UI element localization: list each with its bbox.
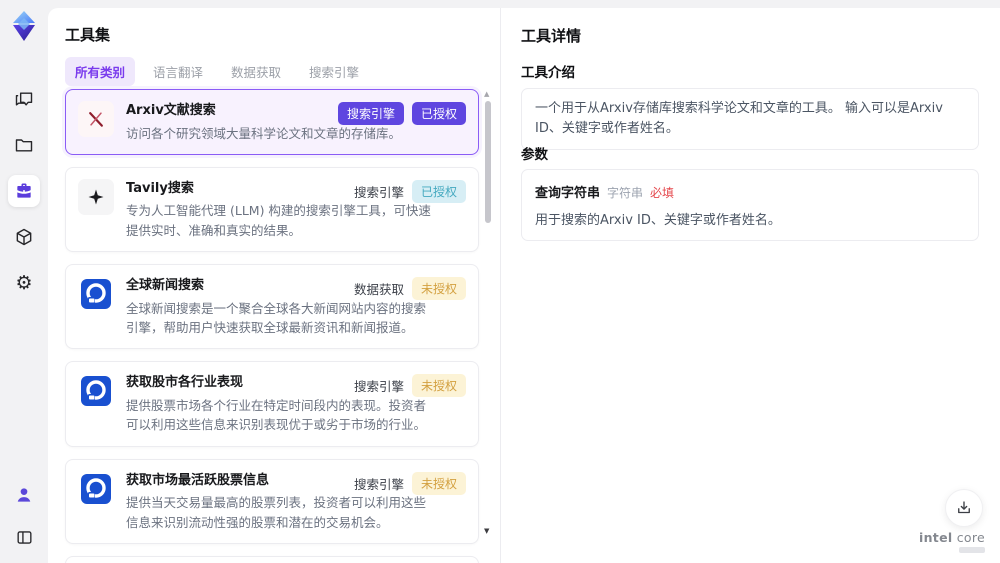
- tool-card-regional-news[interactable]: 万维地区新闻查询 查询具体行政区划内的新闻，快速了解各地新闻动 搜索引擎 未授权: [65, 555, 479, 563]
- intro-heading: 工具介绍: [521, 65, 575, 81]
- category-label: 搜索引擎: [353, 476, 404, 492]
- user-avatar-icon[interactable]: [8, 479, 40, 511]
- tab-all-categories[interactable]: 所有类别: [65, 57, 136, 86]
- core-brand-text: core: [956, 530, 985, 545]
- param-card: 查询字符串 字符串 必填 用于搜索的Arxiv ID、关键字或作者姓名。: [521, 169, 979, 241]
- tool-list: Arxiv文献搜索 访问各个研究领域大量科学论文和文章的存储库。 搜索引擎 已授…: [65, 89, 479, 563]
- auth-status-badge: 未授权: [411, 471, 466, 495]
- category-tabs: 所有类别 语言翻译 数据获取 搜索引擎: [65, 57, 369, 86]
- tavily-logo-icon: [78, 178, 114, 215]
- intel-core-logo: intel core: [919, 530, 985, 553]
- tool-description: 专为人工智能代理 (LLM) 构建的搜索引擎工具，可快速提供实时、准确和真实的结…: [126, 203, 431, 238]
- page-title: 工具集: [65, 26, 111, 44]
- cube-icon[interactable]: [8, 221, 40, 253]
- category-label: 搜索引擎: [353, 184, 404, 200]
- intel-brand-text: intel: [919, 530, 953, 545]
- tool-description: 提供当天交易量最高的股票列表，投资者可以利用这些信息来识别流动性强的股票和潜在的…: [126, 495, 427, 530]
- auth-status-badge: 已授权: [411, 102, 466, 125]
- tool-card-tavily[interactable]: Tavily搜索 专为人工智能代理 (LLM) 构建的搜索引擎工具，可快速提供实…: [65, 166, 479, 253]
- tool-description: 全球新闻搜索是一个聚合全球各大新闻网站内容的搜索引擎，帮助用户快速获取全球最新资…: [126, 300, 427, 335]
- sidebar-nav: ⚙: [8, 83, 40, 299]
- scrollbar-down-arrow[interactable]: ▼: [484, 527, 489, 535]
- sidebar-bottom: [8, 479, 40, 553]
- toolbox-icon-active[interactable]: [8, 175, 40, 207]
- category-label: 数据获取: [353, 282, 404, 298]
- tab-search-engine[interactable]: 搜索引擎: [299, 57, 369, 86]
- category-label: 搜索引擎: [353, 379, 404, 395]
- auth-status-badge: 未授权: [411, 277, 466, 301]
- tool-list-panel: 工具集 所有类别 语言翻译 数据获取 搜索引擎 Arxiv文献搜索 访问各个研究…: [48, 8, 500, 563]
- param-description: 用于搜索的Arxiv ID、关键字或作者姓名。: [535, 213, 781, 228]
- finance-app-logo-icon: [78, 471, 114, 507]
- arxiv-logo-icon: [78, 101, 114, 137]
- tool-detail-panel: 工具详情 工具介绍 一个用于从Arxiv存储库搜索科学论文和文章的工具。 输入可…: [500, 8, 1000, 563]
- app-logo-icon: [8, 9, 40, 43]
- param-required-badge: 必填: [650, 186, 675, 200]
- panel-toggle-icon[interactable]: [8, 521, 40, 553]
- tab-data-fetch[interactable]: 数据获取: [221, 57, 291, 86]
- param-name: 查询字符串: [535, 186, 601, 201]
- chat-icon[interactable]: [8, 83, 40, 115]
- scrollbar-thumb[interactable]: [485, 101, 491, 223]
- settings-gear-icon[interactable]: ⚙: [8, 267, 40, 299]
- news-app-logo-icon: [78, 276, 114, 312]
- scrollbar-up-arrow[interactable]: ▲: [484, 90, 489, 98]
- download-button[interactable]: [945, 489, 983, 527]
- auth-status-badge: 已授权: [411, 179, 466, 203]
- intel-ultra-mark: [959, 547, 985, 553]
- auth-status-badge: 未授权: [411, 374, 466, 398]
- tool-card-global-news[interactable]: 全球新闻搜索 全球新闻搜索是一个聚合全球各大新闻网站内容的搜索引擎，帮助用户快速…: [65, 264, 479, 350]
- detail-title: 工具详情: [521, 27, 582, 45]
- tool-card-arxiv[interactable]: Arxiv文献搜索 访问各个研究领域大量科学论文和文章的存储库。 搜索引擎 已授…: [65, 89, 479, 155]
- folder-icon[interactable]: [8, 129, 40, 161]
- list-scrollbar[interactable]: ▲ ▼: [483, 90, 493, 535]
- params-heading: 参数: [521, 147, 548, 163]
- tool-description: 提供股票市场各个行业在特定时间段内的表现。投资者可以利用这些信息来识别表现优于或…: [126, 397, 427, 433]
- main-content: 工具集 所有类别 语言翻译 数据获取 搜索引擎 Arxiv文献搜索 访问各个研究…: [48, 8, 1000, 563]
- tool-description: 访问各个研究领域大量科学论文和文章的存储库。: [126, 125, 402, 141]
- param-type: 字符串: [607, 186, 644, 200]
- app-sidebar: ⚙: [0, 0, 48, 563]
- tab-language-translation[interactable]: 语言翻译: [143, 57, 213, 86]
- category-badge: 搜索引擎: [337, 102, 404, 125]
- finance-app-logo-icon: [78, 373, 114, 409]
- tool-card-stock-sectors[interactable]: 获取股市各行业表现 提供股票市场各个行业在特定时间段内的表现。投资者可以利用这些…: [65, 361, 479, 447]
- intro-card: 一个用于从Arxiv存储库搜索科学论文和文章的工具。 输入可以是Arxiv ID…: [521, 88, 979, 151]
- tool-card-active-stocks[interactable]: 获取市场最活跃股票信息 提供当天交易量最高的股票列表，投资者可以利用这些信息来识…: [65, 458, 479, 544]
